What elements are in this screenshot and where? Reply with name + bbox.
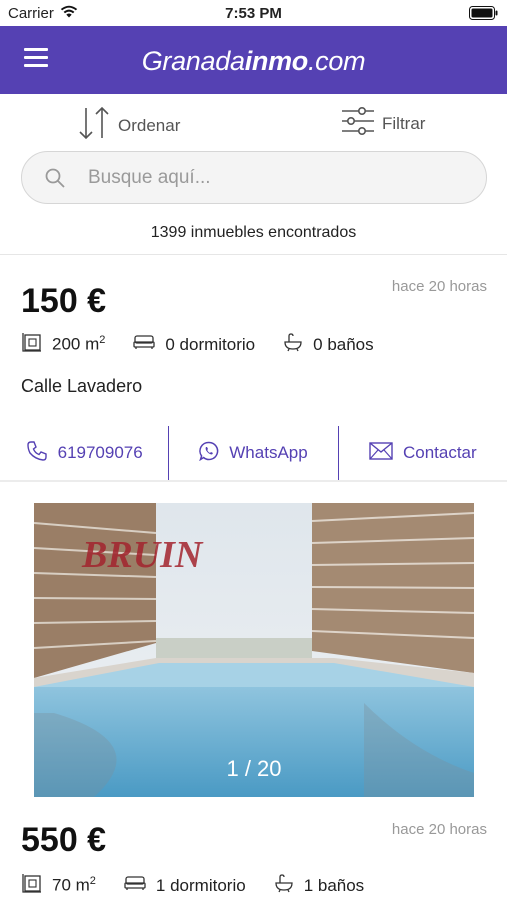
filter-label: Filtrar: [382, 113, 426, 133]
brand-logo: Granadainmo.com: [0, 46, 507, 77]
area-unit-sup: 2: [99, 334, 106, 347]
listing-price[interactable]: 550 €: [21, 821, 106, 860]
results-count: 1399 inmuebles encontrados: [150, 224, 357, 241]
bath-icon: [283, 332, 303, 357]
whatsapp-button[interactable]: WhatsApp: [169, 426, 339, 480]
brand-bold: inmo: [244, 46, 309, 76]
listing-card[interactable]: 550 € hace 20 horas 70 m2 1 dormitorio 1…: [0, 797, 507, 900]
bed-icon: [133, 334, 156, 355]
listing-features: 200 m2 0 dormitorio 0 baños: [22, 332, 402, 357]
area-feature: 200 m2: [22, 332, 105, 357]
search-bar: [21, 151, 487, 204]
whatsapp-icon: [199, 441, 219, 466]
area-feature: 70 m2: [22, 873, 96, 898]
listing-actions: 619709076 WhatsApp Contactar: [0, 426, 507, 480]
area-value: 70 m: [52, 875, 90, 895]
bathroom-feature: 1 baños: [274, 873, 365, 898]
sort-button[interactable]: Ordenar: [76, 104, 180, 147]
bed-icon: [124, 875, 146, 896]
listing-time: hace 20 horas: [391, 278, 487, 295]
sort-label: Ordenar: [118, 115, 181, 135]
area-unit-sup: 2: [89, 875, 96, 888]
area-value: 200 m: [52, 334, 100, 354]
listing-time: hace 20 horas: [391, 821, 487, 838]
whatsapp-label: WhatsApp: [229, 443, 308, 462]
divider: [0, 480, 507, 482]
brand-regular: Granada: [141, 46, 245, 76]
bath-icon: [274, 873, 294, 898]
search-input[interactable]: [88, 162, 468, 194]
bathrooms-value: 1 baños: [303, 875, 365, 895]
sort-filter-bar: Ordenar Filtrar: [0, 94, 507, 152]
area-icon: [22, 873, 42, 898]
filter-button[interactable]: Filtrar: [340, 106, 425, 141]
bedrooms-value: 0 dormitorio: [165, 334, 256, 354]
phone-number: 619709076: [57, 443, 143, 462]
listing-address: Calle Lavadero: [21, 376, 143, 396]
bedrooms-value: 1 dormitorio: [155, 875, 246, 895]
bedroom-feature: 1 dormitorio: [124, 875, 246, 896]
call-button[interactable]: 619709076: [0, 426, 170, 480]
listing-photo[interactable]: BRUIN 1 / 20: [34, 503, 474, 797]
bathrooms-value: 0 baños: [313, 334, 374, 354]
status-bar: Carrier 7:53 PM: [0, 0, 507, 26]
search-icon: [44, 167, 66, 194]
bedroom-feature: 0 dormitorio: [133, 334, 255, 355]
sliders-icon: [340, 106, 376, 141]
app-header: Granadainmo.com: [0, 26, 507, 94]
listing-features: 70 m2 1 dormitorio 1 baños: [22, 873, 392, 898]
bathroom-feature: 0 baños: [283, 332, 374, 357]
brand-suffix: .com: [307, 46, 366, 76]
sort-arrows-icon: [76, 104, 112, 147]
phone-icon: [26, 440, 48, 467]
battery-icon: [469, 6, 499, 24]
watermark-logo: BRUIN: [82, 534, 203, 576]
contact-label: Contactar: [402, 443, 477, 462]
envelope-icon: [369, 441, 393, 465]
area-icon: [22, 332, 42, 357]
photo-counter: 1 / 20: [226, 756, 282, 781]
clock: 7:53 PM: [225, 5, 282, 22]
listing-card[interactable]: 150 € hace 20 horas 200 m2 0 dormitorio …: [0, 254, 507, 480]
listing-price[interactable]: 150 €: [21, 282, 106, 321]
contact-button[interactable]: Contactar: [339, 426, 507, 480]
